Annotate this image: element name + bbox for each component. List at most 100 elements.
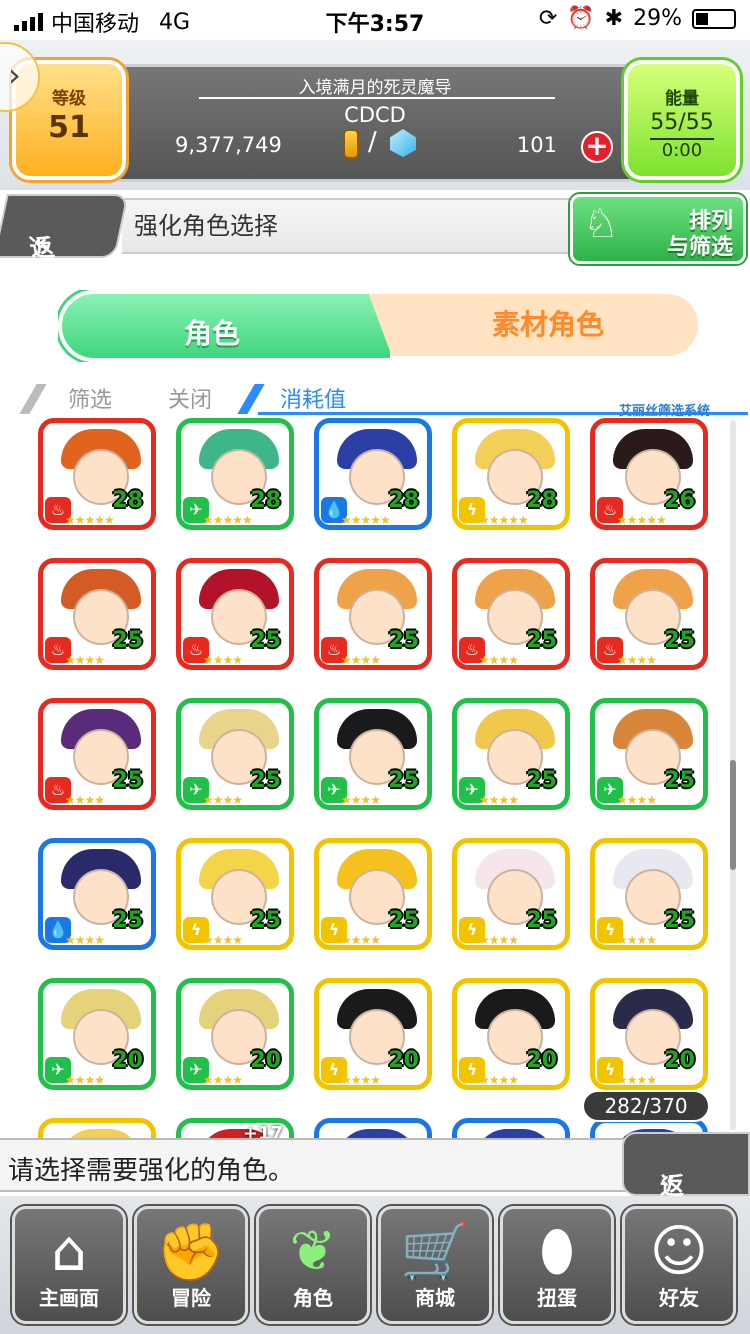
character-card[interactable]: ♨ 25 ★★★★ xyxy=(590,558,708,670)
character-card[interactable]: ✈ 25 ★★★★ xyxy=(176,698,294,810)
nav-handshake[interactable]: ✊ 冒险 xyxy=(134,1206,248,1324)
energy-timer: 0:00 xyxy=(661,140,703,161)
rarity-stars: ★★★★ xyxy=(479,793,519,807)
character-card[interactable]: ♨ 25 ★★★★ xyxy=(176,558,294,670)
filter-system-label: 艾丽丝筛选系统 xyxy=(618,404,710,419)
character-card[interactable]: 💧 25 ★★★★ xyxy=(38,838,156,950)
nav-cart[interactable]: 🛒 商城 xyxy=(378,1206,492,1324)
buy-gems-button[interactable]: + xyxy=(581,131,613,163)
player-name: CDCD xyxy=(344,103,406,127)
character-level: 28 xyxy=(250,488,281,513)
filter-state[interactable]: 关闭 xyxy=(168,382,212,414)
coin-icon xyxy=(343,129,359,159)
character-level: 25 xyxy=(250,628,281,653)
character-card[interactable]: ♨ 26 ★★★★★ xyxy=(590,418,708,530)
sort-key[interactable]: 消耗值 xyxy=(280,382,346,414)
rabbit-sort-icon: ♘ xyxy=(583,201,619,247)
character-level: 25 xyxy=(112,628,143,653)
rarity-stars: ★★★★ xyxy=(203,793,243,807)
back-button[interactable]: « 返回 xyxy=(0,194,129,297)
filter-divider xyxy=(19,384,47,414)
character-card[interactable]: ϟ 20 ★★★★ xyxy=(452,978,570,1090)
nav-label: 角色 xyxy=(293,1286,333,1310)
title-divider xyxy=(199,97,555,99)
character-card[interactable]: ϟ 20 ★★★★ xyxy=(590,978,708,1090)
bottom-back-button[interactable]: « 返回 xyxy=(622,1132,750,1235)
character-card[interactable]: ϟ xyxy=(38,1118,156,1138)
character-card[interactable]: ✈ 20 ★★★★ xyxy=(176,978,294,1090)
rarity-stars: ★★★★ xyxy=(65,1073,105,1087)
character-card[interactable]: ♨ 25 ★★★★ xyxy=(38,698,156,810)
rabbit-icon: ❦ xyxy=(289,1219,337,1284)
player-info-bar: 入境满月的死灵魔导 CDCD 9,377,749 / 101 + xyxy=(110,64,640,182)
handshake-icon: ✊ xyxy=(156,1220,226,1285)
energy-label: 能量 xyxy=(665,89,699,109)
character-level: 25 xyxy=(664,768,695,793)
character-level: 25 xyxy=(250,768,281,793)
cart-icon: 🛒 xyxy=(400,1220,470,1285)
character-level: 20 xyxy=(388,1048,419,1073)
character-level: 25 xyxy=(388,908,419,933)
character-card[interactable]: ✈ 25 ★★★★ xyxy=(314,698,432,810)
character-card[interactable]: ♨ 28 ★★★★★ xyxy=(38,418,156,530)
character-card[interactable]: ♨ 25 ★★★★ xyxy=(452,558,570,670)
character-card[interactable]: ϟ 25 ★★★★ xyxy=(452,838,570,950)
gold-amount: 9,377,749 xyxy=(175,133,282,157)
character-card[interactable]: 💧 xyxy=(452,1118,570,1138)
level-value: 51 xyxy=(48,110,90,145)
nav-rabbit[interactable]: ❦ 角色 xyxy=(256,1206,370,1324)
character-level: 20 xyxy=(664,1048,695,1073)
character-card[interactable]: ϟ 28 ★★★★★ xyxy=(452,418,570,530)
rarity-stars: ★★★★ xyxy=(617,793,657,807)
gem-icon xyxy=(390,129,416,157)
nav-egg[interactable]: ⬮ 扭蛋 xyxy=(500,1206,614,1324)
energy-badge: 能量 55/55 0:00 xyxy=(624,60,740,180)
character-card[interactable]: ϟ 20 ★★★★ xyxy=(314,978,432,1090)
rarity-stars: ★★★★ xyxy=(65,933,105,947)
rarity-stars: ★★★★ xyxy=(341,793,381,807)
character-level: 28 xyxy=(526,488,557,513)
rarity-stars: ★★★★ xyxy=(617,933,657,947)
character-card[interactable]: ♨ 25 ★★★★ xyxy=(38,558,156,670)
sort-divider xyxy=(237,384,265,414)
filter-label[interactable]: 筛选 xyxy=(68,382,112,414)
nav-label: 冒险 xyxy=(171,1286,211,1310)
tab-materials[interactable]: 素材角色 xyxy=(398,294,698,356)
character-card[interactable]: ✈ 28 ★★★★★ xyxy=(176,418,294,530)
character-level: 25 xyxy=(388,628,419,653)
bottom-navigation: ⌂ 主画面 ✊ 冒险 ❦ 角色 🛒 商城 ⬮ 扭蛋 ☺ 好友 xyxy=(0,1196,750,1334)
screen-nav: 强化角色选择 « 返回 ♘ 排列 与筛选 xyxy=(0,192,750,297)
character-level: 28 xyxy=(112,488,143,513)
grid-scrollbar[interactable] xyxy=(730,420,736,1130)
character-level: 26 xyxy=(664,488,695,513)
character-portrait-hair xyxy=(475,1129,555,1138)
character-card[interactable]: 💧 28 ★★★★★ xyxy=(314,418,432,530)
nav-label: 主画面 xyxy=(39,1286,99,1310)
character-card[interactable]: ✈ 25 ★★★★ xyxy=(590,698,708,810)
character-card[interactable]: 💧 xyxy=(314,1118,432,1138)
character-card[interactable]: ϟ 25 ★★★★ xyxy=(314,838,432,950)
character-grid: ♨ 28 ★★★★★ ✈ 28 ★★★★★ 💧 28 ★★★★★ ϟ 28 ★★★★★ ♨ 26 ★★★★★… xyxy=(38,418,728,1138)
rotation-lock-icon: ⟳ xyxy=(538,6,558,31)
sort-filter-button[interactable]: ♘ 排列 与筛选 xyxy=(570,194,746,264)
status-right: ⟳ ⏰ ✱ 29% xyxy=(539,6,736,31)
rarity-stars: ★★★★ xyxy=(479,1073,519,1087)
nav-friends[interactable]: ☺ 好友 xyxy=(622,1206,736,1324)
character-card[interactable]: ϟ 25 ★★★★ xyxy=(176,838,294,950)
character-level: 25 xyxy=(112,908,143,933)
character-card[interactable]: ✈ 20 ★★★★ xyxy=(38,978,156,1090)
nav-home[interactable]: ⌂ 主画面 xyxy=(12,1206,126,1324)
character-card[interactable]: ϟ 25 ★★★★ xyxy=(590,838,708,950)
character-level: 28 xyxy=(388,488,419,513)
character-card[interactable]: ♨ 25 ★★★★ xyxy=(314,558,432,670)
home-icon: ⌂ xyxy=(51,1219,87,1284)
tab-characters[interactable]: 角色 xyxy=(58,290,394,362)
instruction-text: 请选择需要强化的角色。 xyxy=(8,1156,295,1186)
nav-label: 商城 xyxy=(415,1286,455,1310)
friends-icon: ☺ xyxy=(649,1219,709,1284)
character-card[interactable]: ✈+17 xyxy=(176,1118,294,1138)
scrollbar-thumb[interactable] xyxy=(730,760,736,870)
character-card[interactable]: ✈ 25 ★★★★ xyxy=(452,698,570,810)
character-level: 25 xyxy=(526,768,557,793)
chevron-right-icon: › xyxy=(8,56,21,94)
